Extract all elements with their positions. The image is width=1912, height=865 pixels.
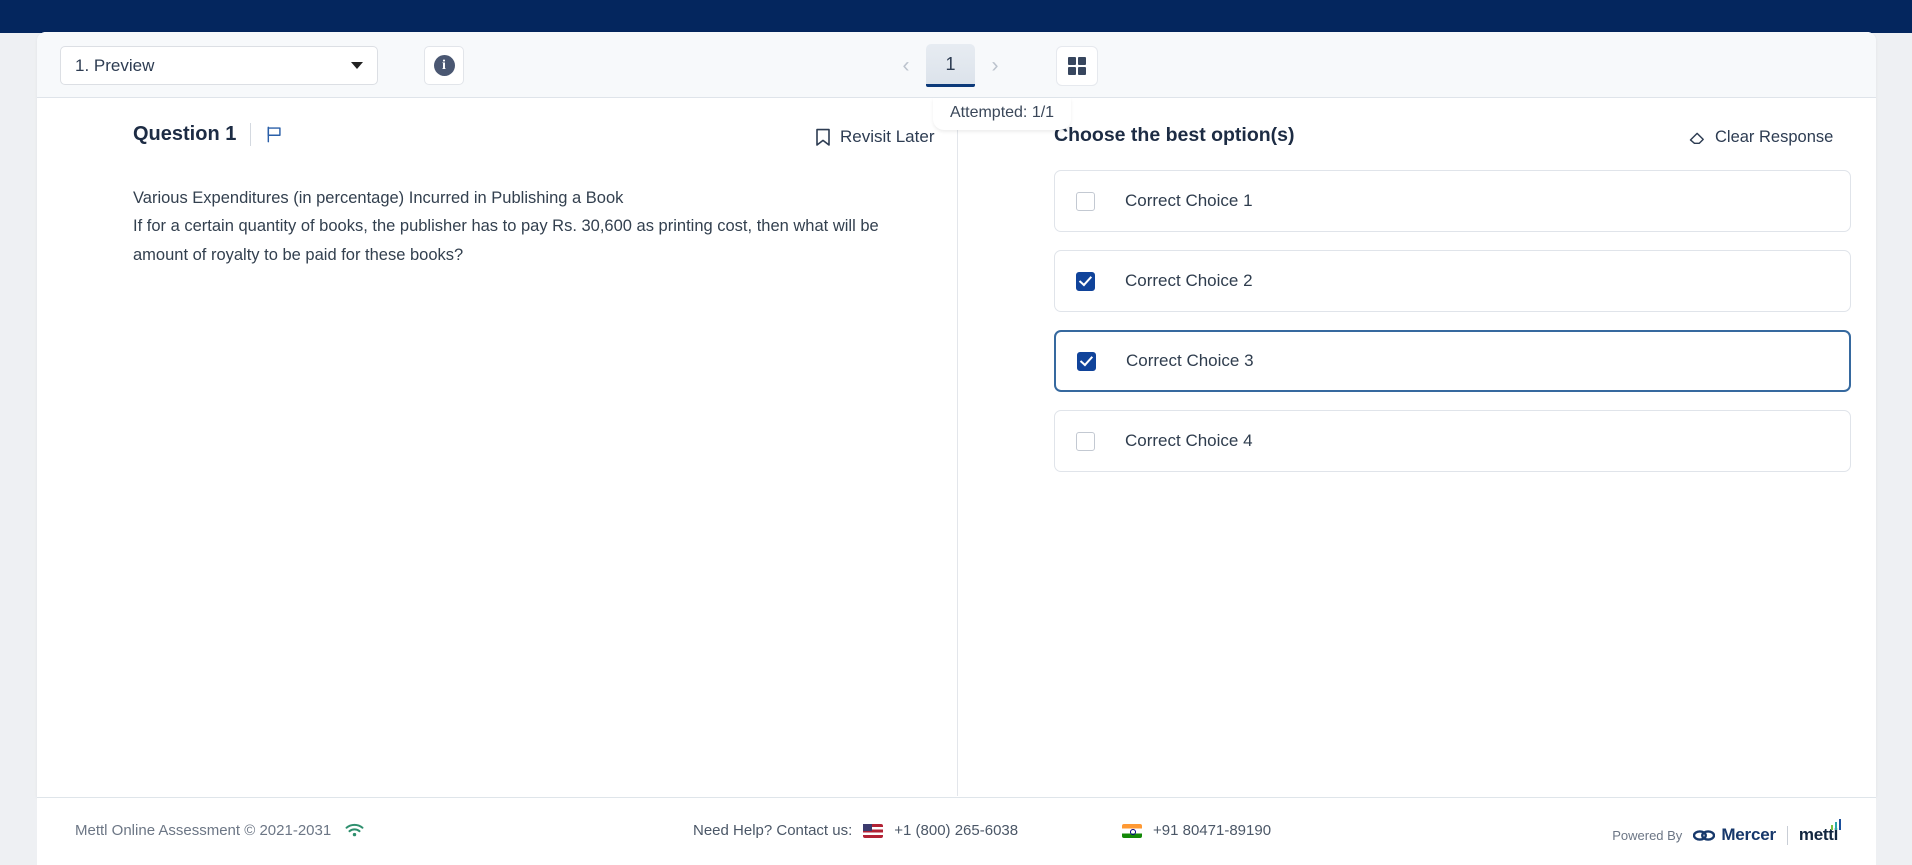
flag-icon[interactable] [265,125,284,144]
question-line-1: Various Expenditures (in percentage) Inc… [133,189,624,207]
content-area: Question 1 Revisit Later Various Expendi… [37,98,1876,796]
clear-response-label: Clear Response [1715,128,1834,146]
option-label-4: Correct Choice 4 [1125,431,1253,450]
clear-response-button[interactable]: Clear Response [1688,128,1833,147]
question-header: Question 1 [133,123,284,146]
mettl-logo: mettl [1799,819,1841,845]
mettl-bars-icon [1830,819,1841,830]
attempted-tooltip: Attempted: 1/1 [933,98,1072,130]
assessment-toolbar: 1. Preview i ‹ 1 › Attempted: 1/1 [37,32,1876,130]
india-phone-number[interactable]: +91 80471-89190 [1153,822,1271,839]
info-icon: i [433,55,455,76]
wifi-icon [345,823,364,837]
options-panel: Choose the best option(s) Clear Response… [958,98,1876,796]
copyright-block: Mettl Online Assessment © 2021-2031 [75,822,364,839]
india-flag-icon [1122,823,1142,838]
assessment-card: 1. Preview i ‹ 1 › Attempted: 1/1 Questi… [37,32,1876,797]
options-heading: Choose the best option(s) [1054,124,1295,146]
question-text: Various Expenditures (in percentage) Inc… [133,184,933,269]
question-grid-button[interactable] [1056,46,1098,86]
top-navy-bar [0,0,1912,33]
us-phone-number[interactable]: +1 (800) 265-6038 [894,822,1018,839]
next-question-button[interactable]: › [981,45,1009,87]
logo-divider [1786,825,1788,845]
section-select-value: 1. Preview [75,55,155,75]
section-select[interactable]: 1. Preview [60,46,378,85]
option-row-2[interactable]: Correct Choice 2 [1054,250,1851,312]
header-divider [250,123,252,146]
option-row-1[interactable]: Correct Choice 1 [1054,170,1851,232]
us-flag-icon [863,823,884,838]
copyright-text: Mettl Online Assessment © 2021-2031 [75,822,332,839]
eraser-icon [1689,132,1704,145]
bookmark-icon [816,128,830,146]
option-row-4[interactable]: Correct Choice 4 [1054,410,1851,472]
mercer-links-icon [1693,829,1716,841]
powered-by-label: Powered By [1612,827,1683,843]
info-button[interactable]: i [424,46,464,85]
chevron-down-icon [351,62,363,69]
powered-by-block: Powered By Mercer mettl [1612,819,1841,845]
mercer-wordmark: Mercer [1721,825,1776,844]
page-number-1[interactable]: 1 [926,44,975,87]
option-checkbox-2[interactable] [1076,271,1095,291]
options-list: Correct Choice 1 Correct Choice 2 Correct … [1054,170,1851,490]
prev-question-button[interactable]: ‹ [892,45,920,87]
question-pager: ‹ 1 › [892,44,1009,87]
contact-block-us: Need Help? Contact us: +1 (800) 265-6038 [693,822,1018,839]
question-line-2: If for a certain quantity of books, the … [133,217,879,264]
contact-block-india: +91 80471-89190 [1122,822,1271,839]
option-label-3: Correct Choice 3 [1126,351,1254,370]
question-panel: Question 1 Revisit Later Various Expendi… [37,98,957,796]
option-row-3[interactable]: Correct Choice 3 [1054,330,1851,392]
revisit-later-label: Revisit Later [840,127,935,146]
contact-label: Need Help? Contact us: [693,822,853,839]
option-checkbox-1[interactable] [1076,191,1095,211]
grid-view-icon [1068,57,1086,75]
revisit-later-button[interactable]: Revisit Later [815,127,934,147]
option-checkbox-4[interactable] [1076,431,1095,451]
option-label-2: Correct Choice 2 [1125,271,1253,290]
page-footer: Mettl Online Assessment © 2021-2031 Need… [37,797,1876,865]
page-title: Question 1 [133,123,237,145]
option-checkbox-3[interactable] [1077,351,1096,371]
option-label-1: Correct Choice 1 [1125,191,1253,210]
mercer-logo: Mercer [1693,825,1776,845]
